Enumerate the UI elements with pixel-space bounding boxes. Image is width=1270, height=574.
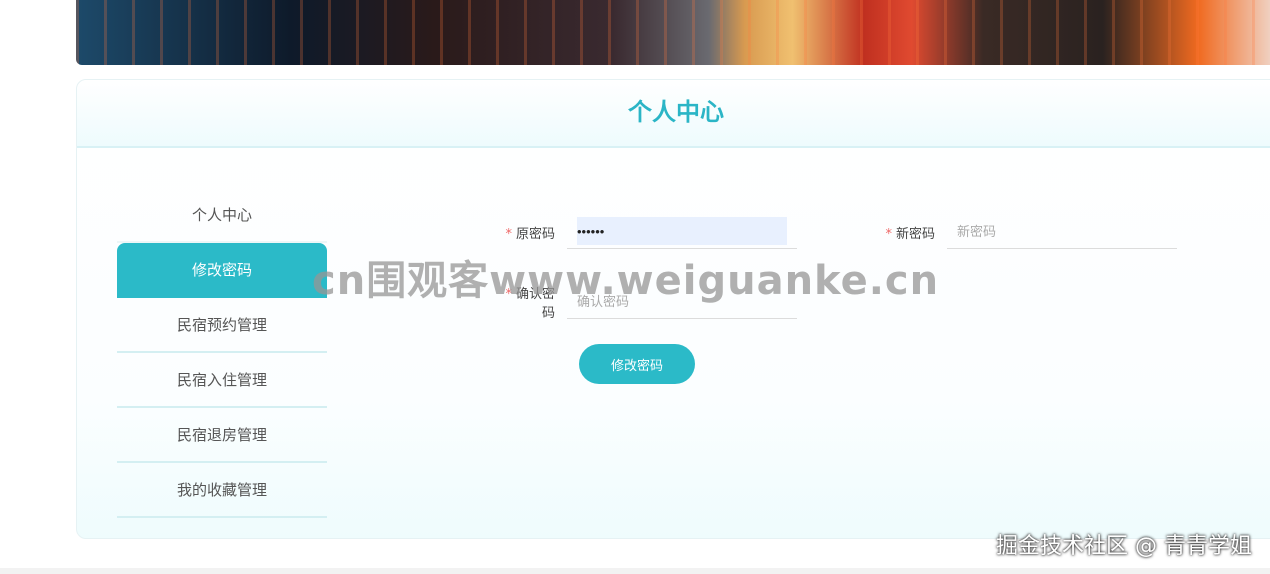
old-password-field: * 原密码 [497,215,797,249]
old-password-label: 原密码 [515,226,555,242]
required-mark: * [505,226,512,242]
change-password-button[interactable]: 修改密码 [579,344,695,384]
sidebar-item-checkin-management[interactable]: 民宿入住管理 [117,353,327,408]
sidebar-item-favorites-management[interactable]: 我的收藏管理 [117,463,327,518]
sidebar-item-change-password[interactable]: 修改密码 [117,243,327,298]
sidebar: 个人中心 修改密码 民宿预约管理 民宿入住管理 民宿退房管理 我的收藏管理 [117,188,327,518]
new-password-label: 新密码 [895,226,935,242]
sidebar-item-checkout-management[interactable]: 民宿退房管理 [117,408,327,463]
corner-watermark: 掘金技术社区 @ 青青学姐 [996,534,1252,559]
page-title: 个人中心 [628,98,724,126]
panel-header: 个人中心 [77,80,1270,148]
required-mark: * [885,226,892,242]
new-password-input[interactable] [947,215,1177,249]
header-banner-image [76,0,1270,65]
sidebar-item-booking-management[interactable]: 民宿预约管理 [117,298,327,353]
sidebar-item-personal-center[interactable]: 个人中心 [117,188,327,243]
personal-center-panel: 个人中心 个人中心 修改密码 民宿预约管理 民宿入住管理 民宿退房管理 我的收藏… [76,79,1270,539]
old-password-input[interactable] [567,215,797,249]
new-password-field: * 新密码 [877,215,1177,249]
page-footer-strip [0,568,1270,574]
watermark-text: cn围观客www.weiguanke.cn [312,258,940,304]
